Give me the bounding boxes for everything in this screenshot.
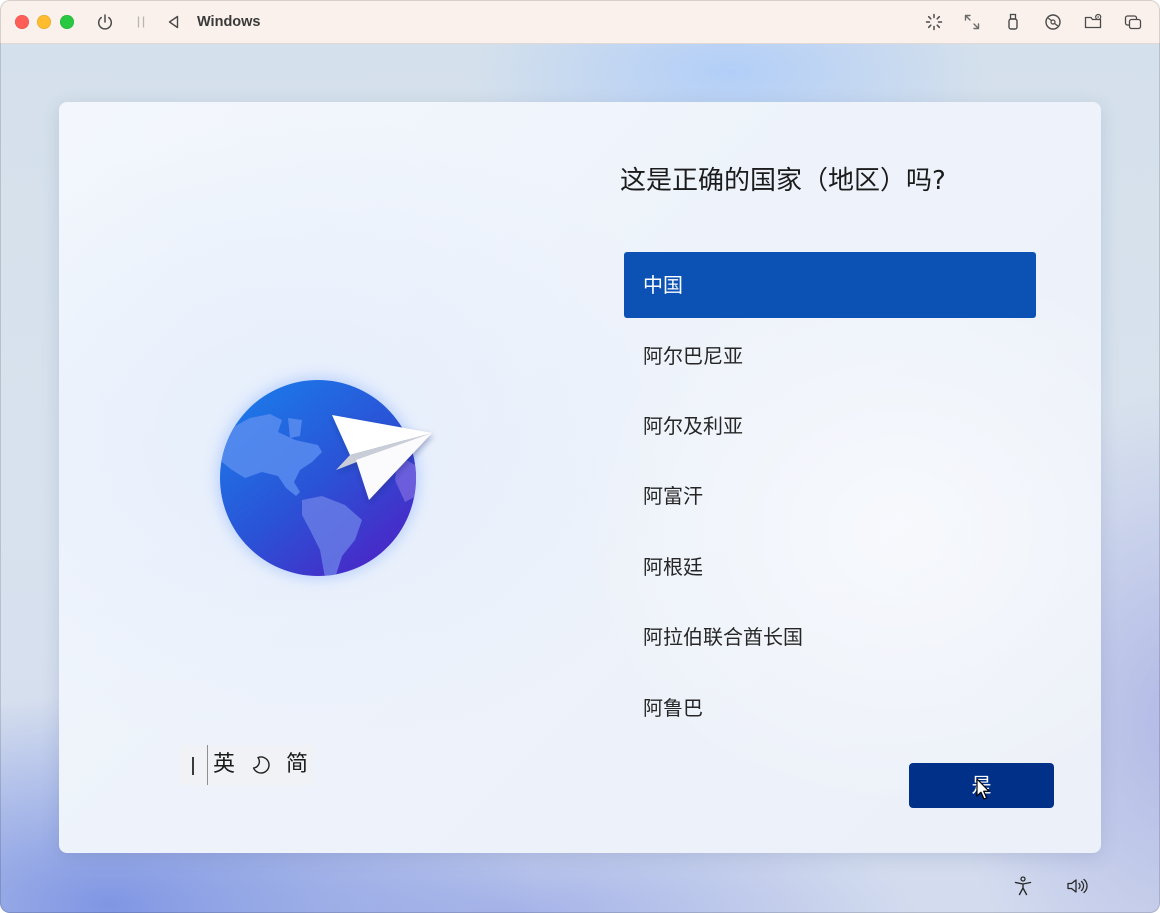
power-icon[interactable] <box>95 12 115 32</box>
region-option[interactable]: 中国 <box>624 250 1036 320</box>
shared-folder-icon[interactable] <box>1083 12 1103 32</box>
region-option[interactable]: 阿拉伯联合酋长国 <box>624 602 1036 672</box>
page-title: 这是正确的国家（地区）吗? <box>620 166 946 196</box>
region-option[interactable]: 阿尔及利亚 <box>624 391 1036 461</box>
ime-divider <box>207 745 208 785</box>
ime-input-mode-toggle[interactable]: 英 <box>213 751 235 779</box>
ime-toolbar: 英 简 <box>180 745 314 785</box>
region-list[interactable]: 中国 阿尔巴尼亚 阿尔及利亚 阿富汗 阿根廷 阿拉伯联合酋长国 阿鲁巴 <box>624 250 1036 743</box>
region-label: 阿鲁巴 <box>643 695 703 720</box>
region-label: 阿尔巴尼亚 <box>643 343 743 368</box>
pause-icon[interactable] <box>131 12 151 32</box>
usb-device-icon[interactable] <box>1003 12 1023 32</box>
drag-handle-icon[interactable] <box>192 757 194 775</box>
globe-illustration <box>217 377 432 579</box>
region-label: 中国 <box>643 273 683 298</box>
previous-icon[interactable] <box>164 12 184 32</box>
activity-icon[interactable] <box>924 12 944 32</box>
region-option[interactable]: 阿富汗 <box>624 461 1036 531</box>
half-width-moon-icon[interactable] <box>250 754 272 776</box>
region-label: 阿尔及利亚 <box>643 413 743 438</box>
title-bar: Windows <box>0 0 1160 44</box>
region-label: 阿根廷 <box>643 554 703 579</box>
volume-icon[interactable] <box>1065 875 1089 897</box>
vm-window: Windows 英 简 这是正确的国家（地区）吗? 中国 阿尔巴尼亚 阿尔及利亚… <box>0 0 1160 913</box>
region-label: 阿富汗 <box>643 484 703 509</box>
region-label: 阿拉伯联合酋长国 <box>643 625 803 650</box>
zoom-button[interactable] <box>60 15 74 29</box>
window-title: Windows <box>197 14 261 30</box>
window-mode-icon[interactable] <box>1123 12 1143 32</box>
oobe-card: 英 简 这是正确的国家（地区）吗? 中国 阿尔巴尼亚 阿尔及利亚 阿富汗 阿根廷… <box>59 102 1101 853</box>
region-option[interactable]: 阿尔巴尼亚 <box>624 320 1036 390</box>
minimize-button[interactable] <box>37 15 51 29</box>
region-option[interactable]: 阿根廷 <box>624 532 1036 602</box>
fullscreen-icon[interactable] <box>962 12 982 32</box>
row-background <box>624 252 1036 319</box>
close-button[interactable] <box>15 15 29 29</box>
region-option[interactable]: 阿鲁巴 <box>624 672 1036 742</box>
ime-script-toggle[interactable]: 简 <box>286 751 308 779</box>
mouse-cursor-icon <box>976 778 990 800</box>
accessibility-icon[interactable] <box>1012 875 1034 897</box>
cd-dvd-icon[interactable] <box>1043 12 1063 32</box>
